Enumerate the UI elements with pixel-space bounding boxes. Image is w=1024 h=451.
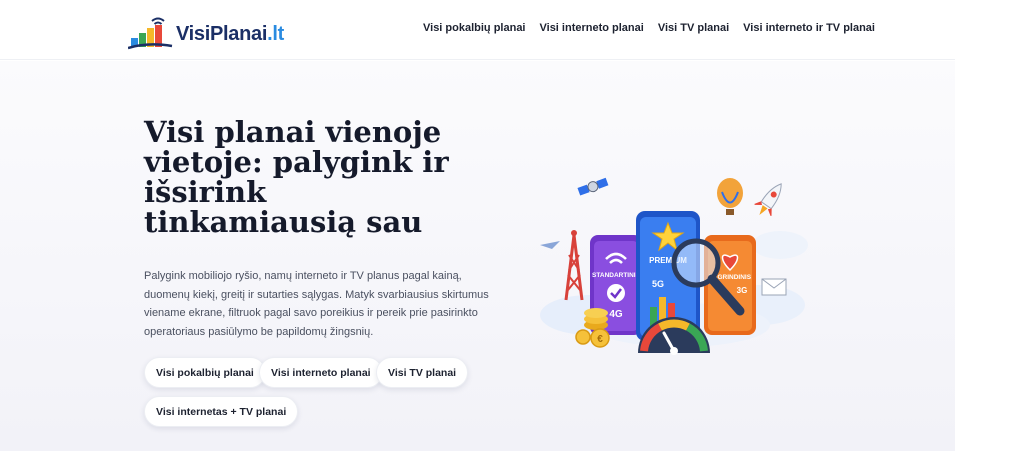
main-nav: Visi pokalbių planai Visi interneto plan… (423, 22, 875, 34)
hero-button-internet-plans[interactable]: Visi interneto planai (259, 357, 383, 388)
hero-button-calls-plans[interactable]: Visi pokalbių planai (144, 357, 266, 388)
hero-button-tv-plans[interactable]: Visi TV planai (376, 357, 469, 388)
cell-tower-icon (564, 230, 584, 301)
satellite-icon (577, 177, 609, 196)
logo-bars-icon (127, 14, 174, 50)
nav-item-tv-plans[interactable]: Visi TV planai (658, 22, 729, 34)
brand-logo[interactable]: VisiPlanai.lt (127, 12, 284, 50)
page: VisiPlanai.lt Visi pokalbių planai Visi … (0, 0, 1024, 451)
hot-air-balloon-icon (717, 178, 743, 215)
hero-illustration: STANDARTINIS 4G PAGRINDINIS 3G PREMIUM 5… (530, 175, 815, 365)
hero-title: Visi planai vienoje vietoje: palygink ir… (144, 115, 449, 239)
nav-item-internet-tv-plans[interactable]: Visi interneto ir TV planai (743, 22, 875, 34)
paper-plane-icon (540, 241, 560, 249)
svg-text:STANDARTINIS: STANDARTINIS (592, 272, 641, 279)
nav-item-internet-plans[interactable]: Visi interneto planai (540, 22, 644, 34)
brand-name: VisiPlanai.lt (176, 23, 285, 45)
svg-text:3G: 3G (737, 286, 748, 295)
site-header: VisiPlanai.lt Visi pokalbių planai Visi … (0, 0, 955, 60)
hero-description: Palygink mobiliojo ryšio, namų interneto… (144, 270, 489, 338)
svg-text:5G: 5G (652, 279, 664, 289)
hero-button-internet-tv-plans[interactable]: Visi internetas + TV planai (144, 396, 299, 427)
svg-text:4G: 4G (609, 309, 623, 320)
svg-text:€: € (597, 334, 603, 345)
envelope-icon (761, 278, 787, 296)
nav-item-calls-plans[interactable]: Visi pokalbių planai (423, 22, 526, 34)
rocket-icon (754, 183, 782, 217)
